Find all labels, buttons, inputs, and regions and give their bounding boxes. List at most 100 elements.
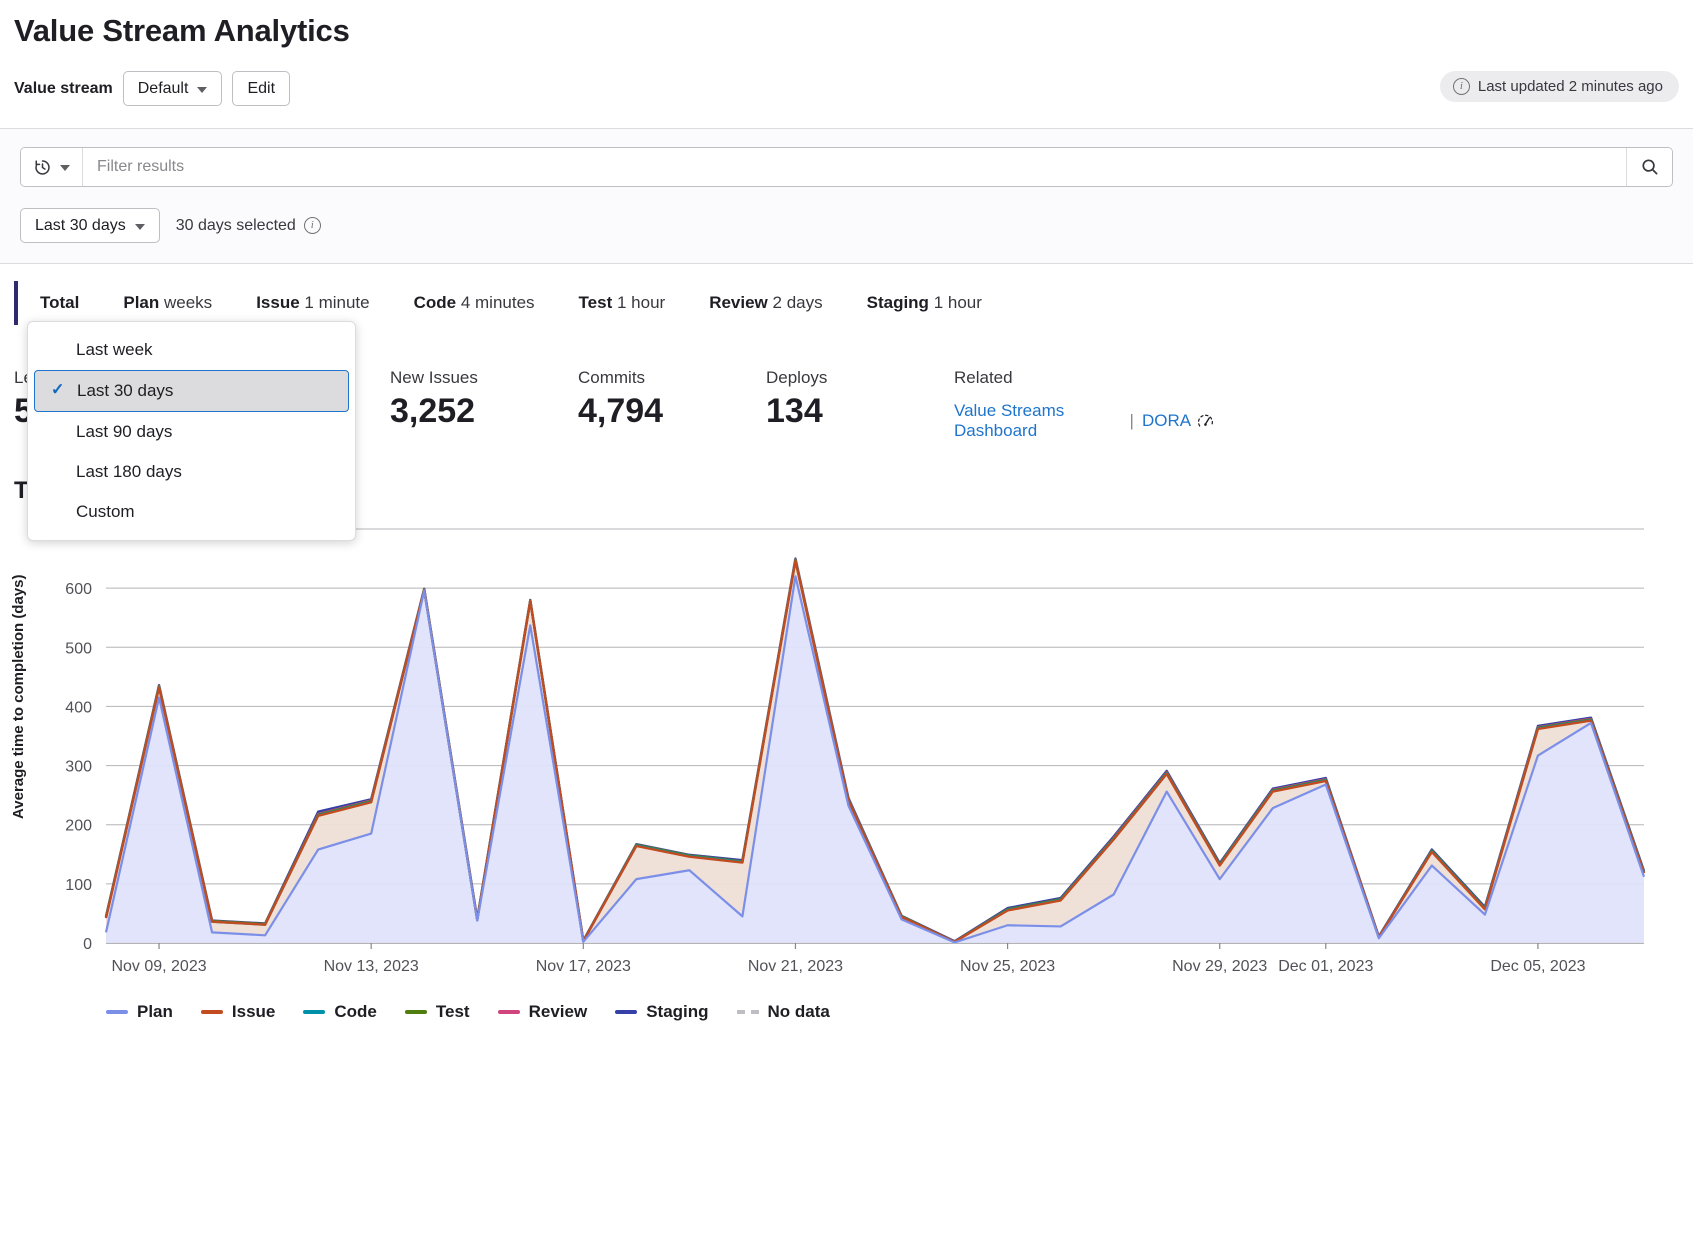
dropdown-option-label: Last 90 days <box>76 422 172 441</box>
related-links: Value Streams Dashboard | DORA <box>954 392 1214 441</box>
y-axis-tick-label: 100 <box>65 877 92 894</box>
legend-label: Plan <box>137 1002 173 1022</box>
recent-searches-button[interactable] <box>21 148 83 186</box>
dropdown-option-label: Last 180 days <box>76 462 182 481</box>
x-axis-tick-label: Dec 01, 2023 <box>1278 958 1373 975</box>
legend-swatch <box>201 1010 223 1014</box>
stage-tab-staging[interactable]: Staging 1 hour <box>845 281 1004 325</box>
legend-swatch <box>405 1010 427 1014</box>
legend-item-staging[interactable]: Staging <box>615 1002 708 1022</box>
x-axis-tick-label: Dec 05, 2023 <box>1490 958 1585 975</box>
metric-commits: Commits 4,794 <box>578 368 766 431</box>
filter-bar: Last 30 days 30 days selected i <box>0 128 1693 264</box>
legend-item-no-data[interactable]: No data <box>737 1002 830 1022</box>
stage-tab-plan[interactable]: Plan weeks <box>101 281 234 325</box>
chart-legend: Plan Issue Code Test Review Staging No d… <box>0 994 1693 1022</box>
legend-swatch <box>498 1010 520 1014</box>
dropdown-option-custom[interactable]: Custom <box>28 492 355 532</box>
stage-tab-test[interactable]: Test 1 hour <box>557 281 688 325</box>
y-axis-tick-label: 600 <box>65 582 92 599</box>
stage-name: Plan <box>123 293 159 312</box>
total-time-area-chart[interactable]: 0100200300400500600700Nov 09, 2023Nov 13… <box>14 519 1664 989</box>
metric-label: Deploys <box>766 368 954 388</box>
y-axis-tick-label: 0 <box>83 936 92 953</box>
legend-item-code[interactable]: Code <box>303 1002 377 1022</box>
legend-swatch <box>615 1010 637 1014</box>
chevron-down-icon <box>60 165 70 171</box>
legend-swatch <box>737 1010 759 1014</box>
date-range-dropdown-menu: Last week ✓ Last 30 days Last 90 days La… <box>27 321 356 541</box>
legend-label: Staging <box>646 1002 708 1022</box>
dashboard-gauge-icon <box>1197 412 1214 430</box>
x-axis-tick-label: Nov 21, 2023 <box>748 958 843 975</box>
metric-new-issues: New Issues 3,252 <box>390 368 578 431</box>
chevron-down-icon <box>135 224 145 230</box>
legend-label: Review <box>529 1002 588 1022</box>
metric-value: 134 <box>766 392 954 431</box>
value-streams-dashboard-link[interactable]: Value Streams Dashboard | DORA <box>954 401 1214 441</box>
metric-label: New Issues <box>390 368 578 388</box>
stage-tabs: Total Plan weeks Issue 1 minute Code 4 m… <box>0 264 1693 328</box>
history-icon <box>33 158 52 177</box>
search-wrapper <box>20 147 1673 187</box>
dropdown-option-last-180-days[interactable]: Last 180 days <box>28 452 355 492</box>
legend-item-review[interactable]: Review <box>498 1002 588 1022</box>
stage-tab-total[interactable]: Total <box>14 281 101 325</box>
date-range-selected-label: Last 30 days <box>35 216 126 235</box>
chart-y-axis-label: Average time to completion (days) <box>10 575 27 820</box>
last-updated-text: Last updated 2 minutes ago <box>1478 78 1663 95</box>
stage-tab-review[interactable]: Review 2 days <box>687 281 844 325</box>
dropdown-option-last-week[interactable]: Last week <box>28 330 355 370</box>
dropdown-option-label: Last 30 days <box>77 381 173 400</box>
value-stream-label: Value stream <box>14 80 113 98</box>
chart-area: Average time to completion (days) 0 100 20… <box>0 519 1693 994</box>
stage-name: Review <box>709 293 768 312</box>
metric-deploys: Deploys 134 <box>766 368 954 431</box>
stage-name: Issue <box>256 293 299 312</box>
edit-value-stream-button[interactable]: Edit <box>232 71 290 106</box>
value-stream-select[interactable]: Default <box>123 71 223 106</box>
date-range-select[interactable]: Last 30 days <box>20 208 160 243</box>
chevron-down-icon <box>197 87 207 93</box>
days-selected-text: 30 days selected <box>176 217 296 235</box>
value-stream-row: Value stream Default Edit i Last updated… <box>0 49 1693 106</box>
info-icon: i <box>1453 78 1470 95</box>
legend-item-plan[interactable]: Plan <box>106 1002 173 1022</box>
stage-value: 1 hour <box>617 293 665 312</box>
x-axis-tick-label: Nov 25, 2023 <box>960 958 1055 975</box>
dropdown-option-last-90-days[interactable]: Last 90 days <box>28 412 355 452</box>
stage-name: Code <box>414 293 457 312</box>
link-separator: | <box>1130 411 1134 431</box>
y-axis-tick-label: 400 <box>65 700 92 717</box>
legend-swatch <box>106 1010 128 1014</box>
last-updated-badge: i Last updated 2 minutes ago <box>1440 71 1679 102</box>
x-axis-tick-label: Nov 13, 2023 <box>324 958 419 975</box>
legend-label: Test <box>436 1002 470 1022</box>
edit-button-label: Edit <box>247 79 275 98</box>
x-axis-tick-label: Nov 09, 2023 <box>111 958 206 975</box>
x-axis-tick-label: Nov 29, 2023 <box>1172 958 1267 975</box>
stage-tab-issue[interactable]: Issue 1 minute <box>234 281 391 325</box>
stage-name: Test <box>579 293 613 312</box>
x-axis-tick-label: Nov 17, 2023 <box>536 958 631 975</box>
info-icon[interactable]: i <box>304 217 321 234</box>
value-stream-select-label: Default <box>138 79 189 98</box>
legend-item-issue[interactable]: Issue <box>201 1002 275 1022</box>
legend-label: No data <box>768 1002 830 1022</box>
metric-value: 3,252 <box>390 392 578 431</box>
dora-label: DORA <box>1142 411 1191 431</box>
dropdown-option-last-30-days[interactable]: ✓ Last 30 days <box>34 370 349 412</box>
search-submit-button[interactable] <box>1626 148 1672 186</box>
search-input[interactable] <box>83 148 1626 186</box>
y-axis-tick-label: 200 <box>65 818 92 835</box>
stage-value: 2 days <box>773 293 823 312</box>
stage-value: 4 minutes <box>461 293 535 312</box>
y-axis-tick-label: 300 <box>65 759 92 776</box>
stage-name: Staging <box>867 293 929 312</box>
stage-value: 1 hour <box>934 293 982 312</box>
stage-tab-code[interactable]: Code 4 minutes <box>392 281 557 325</box>
legend-label: Issue <box>232 1002 275 1022</box>
legend-swatch <box>303 1010 325 1014</box>
legend-item-test[interactable]: Test <box>405 1002 470 1022</box>
page-title: Value Stream Analytics <box>0 0 1693 49</box>
